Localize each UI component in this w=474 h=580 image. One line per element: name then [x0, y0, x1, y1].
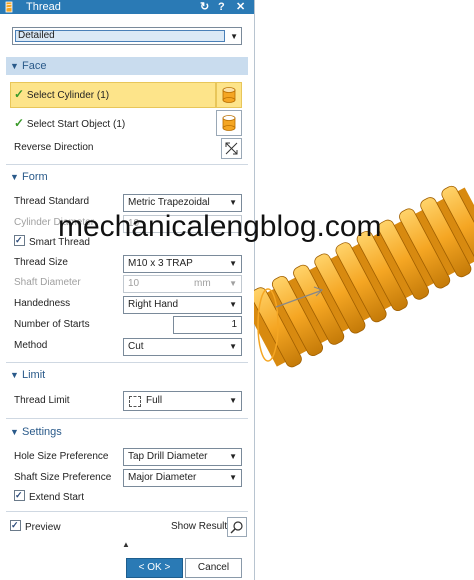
cancel-button[interactable]: Cancel	[185, 558, 242, 578]
chevron-down-icon: ▼	[229, 342, 237, 351]
extend-start-text: Extend Start	[29, 492, 85, 503]
method-label: Method	[14, 340, 48, 351]
title-bar[interactable]: Thread ↻ ? ✕	[0, 0, 254, 14]
chevron-down-icon: ▼	[230, 32, 238, 41]
section-form-header[interactable]: ▼ Form	[6, 168, 248, 186]
preview-checkbox[interactable]: ✓ Preview	[10, 520, 61, 535]
magnifier-icon	[230, 521, 243, 534]
section-settings-title: Settings	[22, 426, 62, 438]
number-of-starts-value: 1	[231, 319, 237, 330]
chevron-down-icon: ▼	[229, 279, 237, 288]
thread-size-value: M10 x 3 TRAP	[128, 258, 193, 269]
number-of-starts-label: Number of Starts	[14, 319, 90, 330]
reverse-direction-button[interactable]	[221, 138, 242, 159]
close-icon[interactable]: ✕	[236, 0, 245, 14]
thread-type-value: Detailed	[15, 30, 225, 42]
checkmark-icon: ✓	[14, 116, 25, 130]
thread-standard-value: Metric Trapezoidal	[128, 197, 210, 208]
method-value: Cut	[128, 341, 144, 352]
chevron-down-icon: ▼	[229, 396, 237, 405]
reset-icon[interactable]: ↻	[200, 0, 209, 14]
checkbox-icon: ✓	[14, 490, 25, 501]
section-face-header[interactable]: ▼ Face	[6, 57, 248, 75]
help-icon[interactable]: ?	[218, 0, 225, 14]
section-settings-header[interactable]: ▼ Settings	[6, 423, 248, 441]
dialog-title: Thread	[26, 1, 61, 13]
collapse-more-icon[interactable]: ▲	[122, 540, 130, 549]
method-dropdown[interactable]: Cut ▼	[123, 338, 242, 356]
chevron-down-icon: ▼	[229, 198, 237, 207]
thread-standard-label: Thread Standard	[14, 196, 90, 207]
shaft-size-preference-label: Shaft Size Preference	[14, 472, 112, 483]
show-result-label: Show Result	[171, 521, 228, 532]
checkmark-icon: ✓	[14, 87, 25, 101]
thread-type-select[interactable]: Detailed ▼	[12, 27, 242, 45]
thread-limit-label: Thread Limit	[14, 395, 70, 406]
hole-size-preference-dropdown[interactable]: Tap Drill Diameter ▼	[123, 448, 242, 466]
thread-limit-value: Full	[146, 395, 163, 406]
hole-size-preference-label: Hole Size Preference	[14, 451, 109, 462]
threaded-cylinder-graphic	[254, 185, 474, 368]
collapse-triangle-icon: ▼	[10, 61, 19, 71]
section-form-title: Form	[22, 171, 48, 183]
chevron-down-icon: ▼	[229, 473, 237, 482]
cylinder-start-icon	[222, 115, 236, 131]
preview-text: Preview	[25, 522, 61, 533]
shaft-size-preference-dropdown[interactable]: Major Diameter ▼	[123, 469, 242, 487]
section-separator	[6, 511, 248, 512]
section-face-title: Face	[22, 60, 47, 72]
select-cylinder-button[interactable]	[216, 82, 242, 108]
shaft-size-preference-value: Major Diameter	[128, 472, 197, 483]
select-cylinder-label[interactable]: ✓ Select Cylinder (1)	[14, 87, 109, 103]
collapse-triangle-icon: ▼	[10, 172, 19, 182]
chevron-down-icon: ▼	[229, 259, 237, 268]
shaft-diameter-field: 10 mm ▼	[123, 275, 242, 293]
section-separator	[6, 164, 248, 165]
collapse-triangle-icon: ▼	[10, 370, 19, 380]
extend-start-checkbox[interactable]: ✓ Extend Start	[14, 490, 84, 505]
reverse-direction-label: Reverse Direction	[14, 142, 94, 153]
chevron-down-icon: ▼	[229, 452, 237, 461]
handedness-value: Right Hand	[128, 299, 179, 310]
select-cylinder-text: Select Cylinder (1)	[26, 90, 110, 101]
full-limit-icon	[129, 396, 141, 407]
reverse-direction-icon	[225, 142, 238, 155]
hole-size-preference-value: Tap Drill Diameter	[128, 451, 208, 462]
handedness-dropdown[interactable]: Right Hand ▼	[123, 296, 242, 314]
collapse-triangle-icon: ▼	[10, 427, 19, 437]
select-start-row[interactable]: ✓ Select Start Object (1)	[14, 116, 125, 132]
shaft-diameter-unit: mm	[194, 278, 211, 289]
number-of-starts-input[interactable]: 1	[173, 316, 242, 334]
section-separator	[6, 418, 248, 419]
section-limit-header[interactable]: ▼ Limit	[6, 366, 248, 384]
thread-limit-dropdown[interactable]: Full ▼	[123, 391, 242, 411]
thread-dialog: Thread ↻ ? ✕ Detailed ▼ ▼ Face ✓ Select C…	[0, 0, 255, 580]
shaft-diameter-value: 10	[128, 278, 140, 289]
ok-button[interactable]: < OK >	[126, 558, 183, 578]
show-result-button[interactable]	[227, 517, 247, 537]
watermark-text: mechanicalengblog.com	[58, 210, 382, 243]
chevron-down-icon: ▼	[229, 300, 237, 309]
select-start-text: Select Start Object (1)	[26, 119, 126, 130]
select-start-button[interactable]	[216, 110, 242, 136]
thread-size-dropdown[interactable]: M10 x 3 TRAP ▼	[123, 255, 242, 273]
cylinder-face-icon	[222, 87, 236, 103]
section-limit-title: Limit	[22, 369, 46, 381]
thread-size-label: Thread Size	[14, 257, 68, 268]
thread-app-icon	[5, 1, 13, 13]
shaft-diameter-label: Shaft Diameter	[14, 277, 81, 288]
checkbox-icon: ✓	[14, 235, 25, 246]
checkbox-icon: ✓	[10, 520, 21, 531]
section-separator	[6, 362, 248, 363]
handedness-label: Handedness	[14, 298, 71, 309]
